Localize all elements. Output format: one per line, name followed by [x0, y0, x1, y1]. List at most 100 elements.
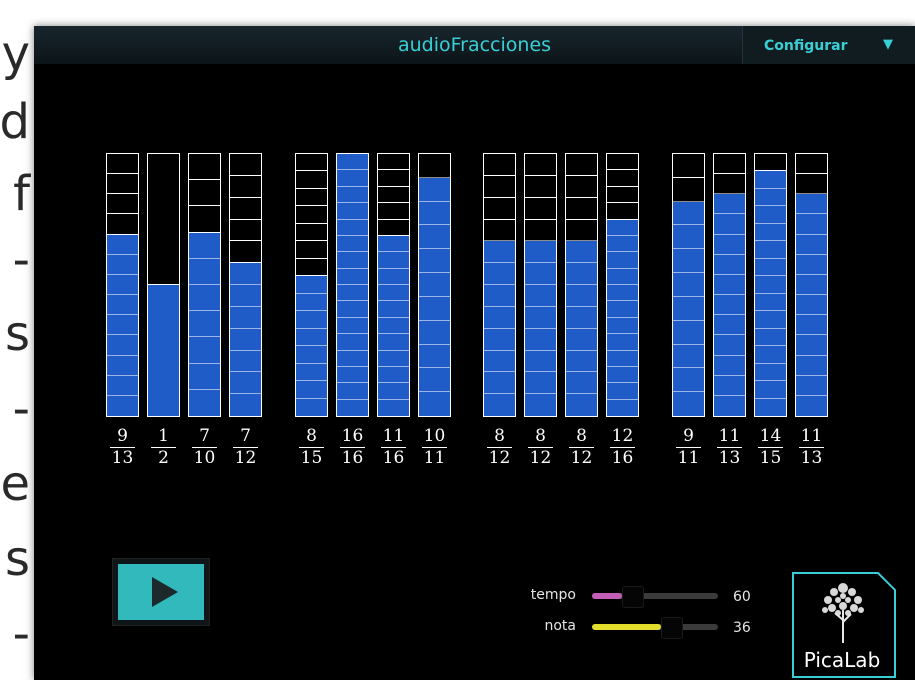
fraction-label: 8 15	[295, 427, 328, 468]
fraction-denominator: 10	[193, 448, 216, 468]
fraction-division-line	[714, 173, 745, 175]
fraction-division-line	[607, 218, 638, 220]
fraction-division-line	[796, 233, 827, 235]
fraction-bar[interactable]	[524, 153, 557, 417]
fraction-bar[interactable]	[229, 153, 262, 417]
fraction-numerator: 11	[382, 426, 405, 446]
picalab-logo[interactable]: PicaLab	[792, 572, 896, 678]
fraction-division-line	[107, 334, 138, 336]
fraction-division-line	[607, 365, 638, 367]
fraction-division-line	[230, 305, 261, 307]
fraction-division-line	[230, 393, 261, 395]
fraction-division-line	[566, 393, 597, 395]
fraction-division-line	[714, 314, 745, 316]
fraction-label: 9 11	[672, 427, 705, 468]
fraction-bar-fill	[337, 154, 368, 416]
play-button[interactable]	[112, 558, 210, 626]
fraction-division-line	[296, 170, 327, 172]
fraction-division-line	[796, 294, 827, 296]
configure-dropdown[interactable]: Configurar ▼	[742, 26, 915, 64]
fraction-division-line	[189, 231, 220, 233]
fraction-division-line	[296, 380, 327, 382]
fraction-numerator: 8	[494, 426, 505, 446]
fraction-division-line	[378, 185, 409, 187]
fraction-division-line	[230, 196, 261, 198]
fraction-division-line	[230, 174, 261, 176]
fraction-division-line	[607, 185, 638, 187]
fraction-division-line	[230, 284, 261, 285]
fraction-division-line	[755, 292, 786, 294]
fraction-division-line	[607, 349, 638, 351]
fraction-numerator: 8	[535, 426, 546, 446]
fraction-division-line	[714, 294, 745, 296]
fraction-bar[interactable]	[418, 153, 451, 417]
page-text-fragment: d	[0, 94, 30, 150]
fraction-division-line	[484, 196, 515, 198]
fraction-division-line	[714, 334, 745, 336]
fraction-division-line	[566, 218, 597, 220]
fraction-division-line	[337, 185, 368, 187]
fraction-division-line	[525, 349, 556, 351]
fraction-bar[interactable]	[483, 153, 516, 417]
fraction-division-line	[484, 371, 515, 373]
fraction-division-line	[419, 272, 450, 274]
fraction-division-line	[189, 388, 220, 390]
fraction-bar[interactable]	[106, 153, 139, 417]
fraction-denominator: 13	[800, 448, 823, 468]
fraction-division-line	[230, 218, 261, 220]
page-text-fragment: s	[4, 531, 30, 587]
fraction-bar[interactable]	[336, 153, 369, 417]
fraction-bar[interactable]	[377, 153, 410, 417]
fraction-division-line	[607, 333, 638, 335]
fraction-division-line	[337, 398, 368, 400]
fraction-bar[interactable]	[713, 153, 746, 417]
fraction-bar[interactable]	[188, 153, 221, 417]
fraction-division-line	[607, 398, 638, 400]
fraction-bar[interactable]	[147, 153, 180, 417]
fraction-division-line	[525, 240, 556, 242]
fraction-division-line	[755, 310, 786, 312]
fraction-division-line	[484, 218, 515, 220]
fraction-division-line	[796, 374, 827, 376]
fraction-division-line	[419, 200, 450, 202]
fraction-bar[interactable]	[565, 153, 598, 417]
fraction-bar[interactable]	[295, 153, 328, 417]
fraction-bar[interactable]	[606, 153, 639, 417]
fraction-division-line	[607, 202, 638, 204]
fraction-bar-fill	[796, 194, 827, 416]
fraction-division-line	[525, 284, 556, 285]
fraction-bar-fill	[378, 235, 409, 416]
fraction-division-line	[296, 257, 327, 259]
fraction-division-line	[755, 170, 786, 172]
fraction-division-line	[337, 251, 368, 253]
fraction-division-line	[337, 333, 368, 335]
fraction-division-line	[189, 336, 220, 338]
nota-slider-thumb[interactable]	[661, 617, 684, 639]
fraction-division-line	[378, 316, 409, 318]
fraction-bar-fill	[107, 234, 138, 416]
fraction-division-line	[148, 284, 179, 285]
fraction-division-line	[755, 380, 786, 382]
tempo-slider[interactable]	[592, 586, 718, 608]
fraction-division-line	[525, 262, 556, 264]
fraction-division-line	[566, 371, 597, 373]
fraction-division-line	[484, 349, 515, 351]
fraction-division-line	[337, 169, 368, 171]
nota-slider[interactable]	[592, 617, 718, 639]
tempo-slider-thumb[interactable]	[622, 586, 645, 608]
fraction-division-line	[607, 300, 638, 302]
fraction-bar[interactable]	[672, 153, 705, 417]
fraction-division-line	[419, 367, 450, 369]
fraction-denominator: 12	[234, 448, 257, 468]
triangle-down-icon: ▼	[883, 37, 893, 52]
fraction-bar[interactable]	[795, 153, 828, 417]
fraction-division-line	[566, 284, 597, 285]
fraction-division-line	[525, 393, 556, 395]
fraction-division-line	[107, 354, 138, 356]
fraction-numerator: 11	[718, 426, 741, 446]
fraction-division-line	[673, 367, 704, 369]
fraction-division-line	[525, 218, 556, 220]
fraction-bar[interactable]	[754, 153, 787, 417]
fraction-denominator: 16	[341, 448, 364, 468]
fraction-denominator: 2	[158, 448, 169, 468]
